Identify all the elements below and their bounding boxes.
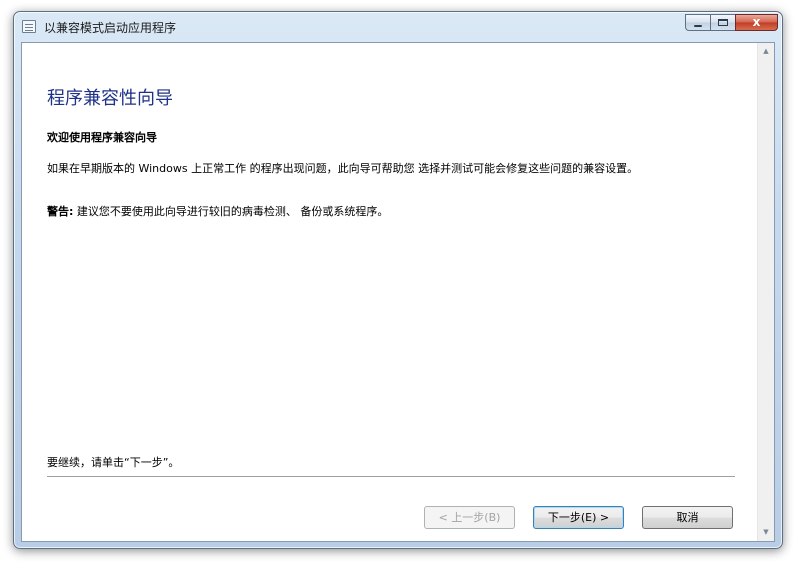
window-title: 以兼容模式启动应用程序: [44, 21, 177, 35]
wizard-content: 程序兼容性向导 欢迎使用程序兼容向导 如果在早期版本的 Windows 上正常工…: [22, 43, 757, 541]
maximize-button[interactable]: [710, 14, 735, 31]
warning-label: 警告:: [47, 205, 74, 218]
close-button[interactable]: x: [735, 14, 778, 31]
title-bar[interactable]: 以兼容模式启动应用程序 x: [14, 12, 782, 42]
close-icon: x: [752, 15, 761, 29]
next-button[interactable]: 下一步(E) >: [533, 506, 624, 529]
warning-body: 建议您不要使用此向导进行较旧的病毒检测、 备份或系统程序。: [73, 205, 389, 218]
warning-text: 警告: 建议您不要使用此向导进行较旧的病毒检测、 备份或系统程序。: [47, 203, 388, 219]
scroll-up-icon[interactable]: ▲: [758, 43, 774, 60]
wizard-client-area: 程序兼容性向导 欢迎使用程序兼容向导 如果在早期版本的 Windows 上正常工…: [21, 42, 775, 542]
app-window: 以兼容模式启动应用程序 x 程序兼容性向导 欢迎使用程序兼容向导 如果在早期版本…: [13, 11, 783, 549]
footer-divider: [47, 476, 735, 478]
minimize-icon: [694, 25, 702, 27]
page-title: 程序兼容性向导: [47, 88, 173, 109]
cancel-button[interactable]: 取消: [642, 506, 733, 529]
welcome-subheading: 欢迎使用程序兼容向导: [47, 131, 157, 144]
vertical-scrollbar[interactable]: ▲ ▼: [757, 43, 774, 541]
scroll-down-icon[interactable]: ▼: [758, 524, 774, 541]
intro-paragraph: 如果在早期版本的 Windows 上正常工作 的程序出现问题，此向导可帮助您 选…: [47, 162, 639, 175]
minimize-button[interactable]: [685, 14, 710, 31]
continue-hint: 要继续，请单击“下一步”。: [47, 456, 180, 469]
maximize-icon: [718, 19, 728, 26]
window-list-icon[interactable]: [22, 20, 36, 33]
back-button[interactable]: < 上一步(B): [424, 506, 515, 529]
caption-buttons: x: [685, 14, 778, 32]
